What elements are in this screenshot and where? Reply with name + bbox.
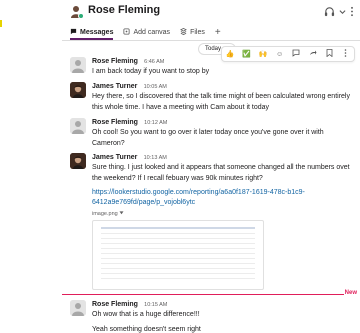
tab-add-canvas[interactable]: Add canvas — [123, 24, 170, 40]
thumbnail-row — [101, 278, 255, 279]
tab-label: Files — [190, 28, 205, 36]
thumbnail-row — [101, 253, 255, 254]
tab-label: Messages — [80, 28, 114, 36]
image-attachment-preview[interactable] — [92, 220, 264, 290]
message-author[interactable]: James Turner — [92, 83, 137, 90]
message-time[interactable]: 6:46 AM — [144, 59, 164, 65]
new-messages-divider — [62, 294, 344, 295]
avatar[interactable] — [70, 57, 86, 73]
message-body: James Turner 10:05 AM Hey there, so I di… — [92, 81, 358, 113]
new-messages-label: New — [344, 290, 357, 296]
slack-dm-view: Rose Fleming Messages Add canvas Files +… — [0, 0, 360, 333]
message-text: Sure thing. I just looked and it appears… — [92, 164, 350, 182]
avatar[interactable] — [70, 153, 86, 169]
thumbnail-row — [101, 248, 255, 249]
message-body: James Turner 10:13 AM Sure thing. I just… — [92, 152, 358, 290]
thumbnail-header — [101, 227, 255, 229]
thumbnail-row — [101, 263, 255, 264]
thumbnail-row — [101, 243, 255, 244]
message-body: Rose Fleming 6:46 AM I am back today if … — [92, 56, 358, 77]
thumbnail-row — [101, 273, 255, 274]
message-body: Rose Fleming 10:12 AM Oh cool! So you wa… — [92, 117, 358, 149]
plus-icon: + — [214, 26, 221, 38]
more-vertical-icon[interactable] — [350, 4, 354, 18]
message-text: Oh cool! So you want to go over it later… — [92, 129, 324, 147]
channel-title[interactable]: Rose Fleming — [88, 4, 160, 16]
message-time[interactable]: 10:05 AM — [144, 84, 167, 90]
thumbnail-row — [101, 233, 255, 234]
message-author[interactable]: Rose Fleming — [92, 119, 138, 126]
message-time[interactable]: 10:13 AM — [144, 155, 167, 161]
message-text: Yeah something doesn't seem right — [92, 326, 201, 333]
message-text: Oh wow that is a huge difference!!! — [92, 311, 200, 318]
message-text: Hey there, so I discovered that the talk… — [92, 93, 350, 111]
message-text: I am back today if you want to stop by — [92, 68, 210, 75]
message-author[interactable]: Rose Fleming — [92, 301, 138, 308]
files-icon — [180, 27, 187, 37]
tab-files[interactable]: Files — [180, 24, 205, 40]
chevron-down-icon[interactable] — [339, 4, 346, 18]
avatar[interactable] — [70, 300, 86, 316]
report-link[interactable]: https://lookerstudio.google.com/reportin… — [92, 188, 358, 208]
message-author[interactable]: Rose Fleming — [92, 58, 138, 65]
header-actions — [324, 4, 354, 18]
message-time[interactable]: 10:15 AM — [144, 302, 167, 308]
add-tab-button[interactable]: + — [215, 24, 221, 40]
thumbnail-row — [101, 268, 255, 269]
presence-indicator — [78, 13, 84, 19]
date-label: Today — [205, 46, 222, 52]
message-author[interactable]: James Turner — [92, 154, 137, 161]
tab-label: Add canvas — [133, 28, 171, 36]
headphones-icon[interactable] — [324, 4, 335, 18]
chat-bubble-icon — [70, 28, 77, 37]
canvas-icon — [123, 27, 130, 37]
tabs-divider — [62, 40, 360, 41]
thumbnail-row — [101, 238, 255, 239]
attachment-label[interactable]: image.png — [92, 211, 358, 217]
message-time[interactable]: 10:12 AM — [144, 120, 167, 126]
avatar[interactable] — [70, 118, 86, 134]
channel-tabs: Messages Add canvas Files + — [70, 24, 221, 40]
tab-messages[interactable]: Messages — [70, 24, 114, 40]
chevron-down-icon[interactable] — [119, 211, 124, 217]
message-body: Rose Fleming 10:15 AM Oh wow that is a h… — [92, 299, 358, 333]
avatar[interactable] — [70, 82, 86, 98]
attachment-filename: image.png — [92, 211, 118, 217]
channel-header: Rose Fleming — [0, 0, 360, 24]
thumbnail-row — [101, 258, 255, 259]
